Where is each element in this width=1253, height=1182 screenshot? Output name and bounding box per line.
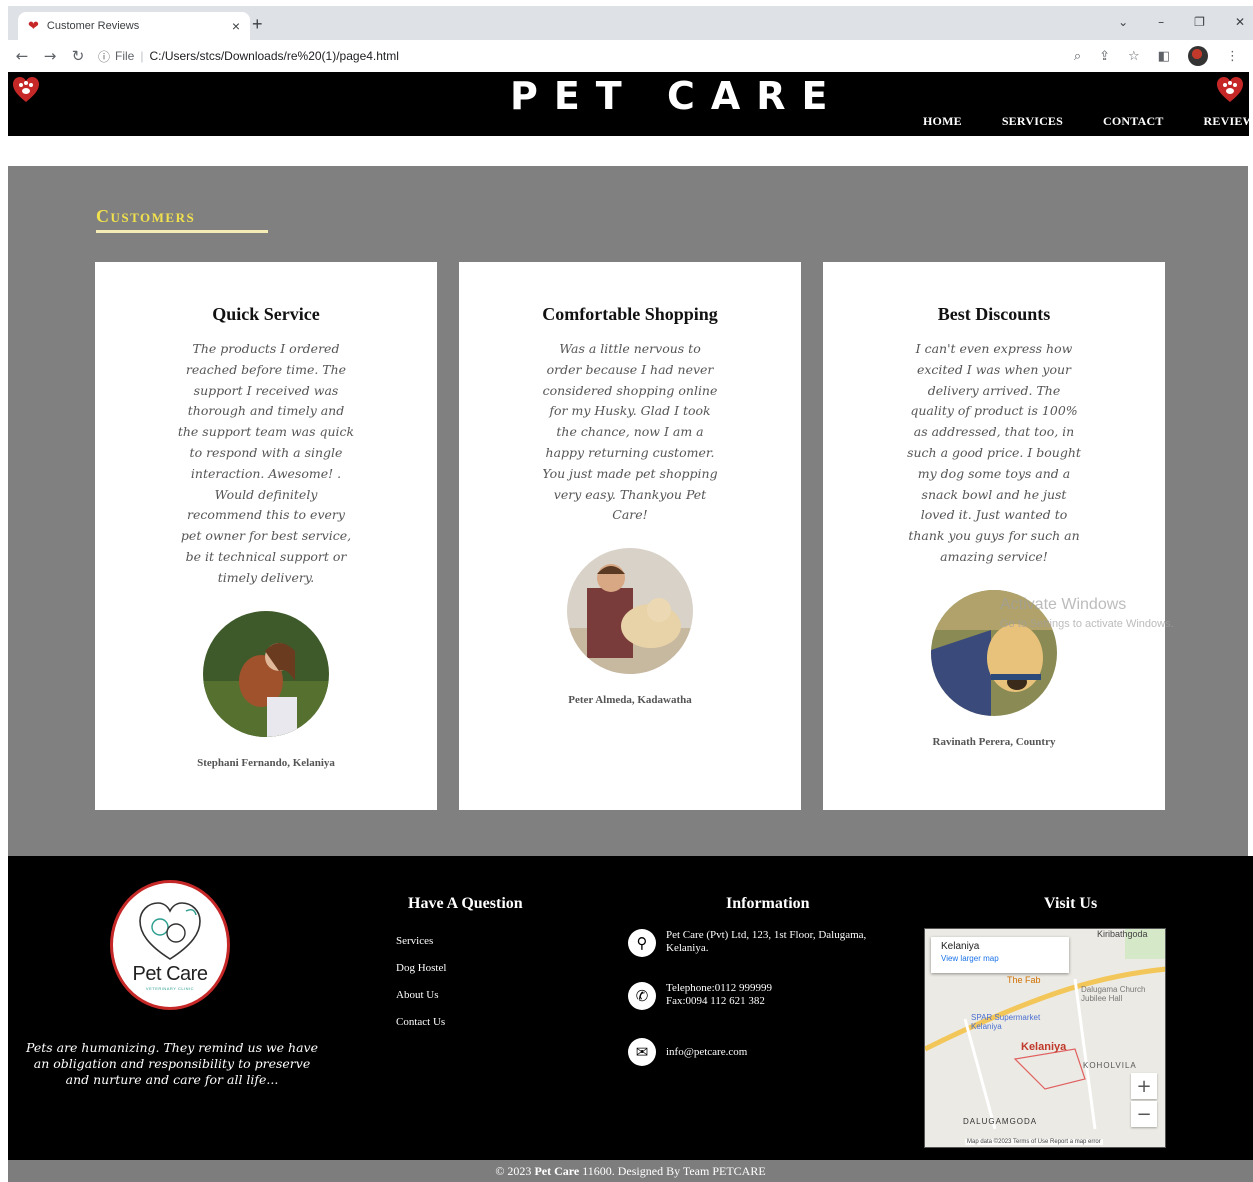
embedded-map[interactable]: Kelaniya View larger map Kiribathgoda Th… — [924, 928, 1166, 1148]
bookmark-star-icon[interactable]: ☆ — [1128, 49, 1140, 64]
telephone-text: Telephone:0112 999999 — [666, 982, 773, 994]
visit-title: Visit Us — [1044, 895, 1098, 912]
map-label: DALUGAMGODA — [963, 1117, 1038, 1126]
map-zoom-in-button[interactable]: + — [1131, 1073, 1157, 1099]
review-title: Comfortable Shopping — [542, 304, 718, 324]
review-author: Ravinath Perera, Country — [932, 735, 1056, 748]
back-icon[interactable]: ← — [8, 47, 36, 65]
footer-link-dog-hostel[interactable]: Dog Hostel — [396, 955, 446, 982]
footer-links: Services Dog Hostel About Us Contact Us — [396, 928, 446, 1036]
question-title: Have A Question — [408, 895, 523, 912]
copyright-brand: Pet Care — [534, 1164, 580, 1178]
pet-logo-icon — [139, 902, 201, 960]
review-text: Was a little nervous to order because I … — [542, 341, 718, 523]
review-author: Stephani Fernando, Kelaniya — [197, 756, 335, 769]
fax-text: Fax:0094 112 621 382 — [666, 995, 765, 1007]
site-header: PET CARE HOME SERVICES CONTACT REVIEWS — [8, 72, 1253, 136]
phone-icon: ✆ — [628, 982, 656, 1010]
envelope-icon: ✉ — [628, 1038, 656, 1066]
copyright-prefix: © 2023 — [495, 1164, 535, 1178]
tab-close-icon[interactable]: × — [232, 18, 240, 34]
copyright-bar: © 2023 Pet Care 11600. Designed By Team … — [8, 1160, 1253, 1182]
tab-title: Customer Reviews — [46, 20, 140, 32]
review-card: Quick Service The products I ordered rea… — [95, 262, 437, 810]
url-text[interactable]: C:/Users/stcs/Downloads/re%20(1)/page4.h… — [149, 49, 398, 63]
footer-link-about[interactable]: About Us — [396, 982, 446, 1009]
nav-services[interactable]: SERVICES — [1002, 114, 1063, 129]
browser-tab[interactable]: ❤ Customer Reviews × — [18, 12, 250, 40]
restore-icon[interactable]: ❐ — [1194, 15, 1205, 29]
nav-contact[interactable]: CONTACT — [1103, 114, 1164, 129]
address-text: Pet Care (Pvt) Ltd, 123, 1st Floor, Dalu… — [666, 929, 867, 954]
map-label: Kelaniya — [1021, 1041, 1067, 1053]
map-label: The Fab — [1007, 975, 1041, 985]
footer-quote: Pets are humanizing. They remind us we h… — [25, 1040, 319, 1087]
nav-reviews[interactable]: REVIEWS — [1204, 114, 1253, 129]
map-label: Kiribathgoda — [1097, 929, 1148, 939]
footer-logo[interactable]: Pet Care VETERINARY CLINIC — [110, 880, 230, 1010]
logo-subtitle: VETERINARY CLINIC — [145, 986, 195, 991]
url-scheme: File — [115, 49, 135, 63]
site-footer: Pet Care VETERINARY CLINIC Pets are huma… — [8, 856, 1253, 1160]
section-underline — [96, 230, 268, 233]
window-controls: ⌄ – ❐ ✕ — [1118, 15, 1245, 29]
share-icon[interactable]: ⇪ — [1099, 49, 1110, 64]
email-text[interactable]: info@petcare.com — [666, 1046, 747, 1059]
new-tab-button[interactable]: + — [252, 14, 263, 35]
email-row: ✉ info@petcare.com — [628, 1038, 747, 1066]
phone-row: ✆ Telephone:0112 999999 Fax:0094 112 621… — [628, 982, 772, 1010]
address-bar[interactable]: ⓘ File | C:/Users/stcs/Downloads/re%20(1… — [98, 48, 1074, 65]
review-card: Comfortable Shopping Was a little nervou… — [459, 262, 801, 810]
browser-toolbar: ← → ↻ ⓘ File | C:/Users/stcs/Downloads/r… — [8, 40, 1253, 72]
activate-windows-subtext: Go to Settings to activate Windows. — [1000, 618, 1174, 630]
information-title: Information — [726, 895, 810, 912]
logo-text: Pet Care — [132, 963, 208, 985]
paw-heart-icon — [1217, 77, 1243, 102]
site-brand[interactable]: PET CARE — [510, 74, 843, 118]
review-text: The products I ordered reached before ti… — [177, 341, 355, 585]
map-label: Dalugama Church Jubilee Hall — [1081, 985, 1146, 1003]
url-separator: | — [140, 49, 144, 63]
activate-windows-watermark: Activate Windows — [1000, 596, 1127, 613]
map-place-card: Kelaniya View larger map — [931, 937, 1069, 973]
review-card: Best Discounts I can't even express how … — [823, 262, 1165, 810]
menu-icon[interactable]: ⋮ — [1226, 49, 1239, 64]
map-label: KOHOLVILA — [1083, 1061, 1137, 1070]
toolbar-icons: ⌕ ⇪ ☆ ◧ ⋮ — [1074, 46, 1239, 66]
close-window-icon[interactable]: ✕ — [1235, 15, 1245, 29]
footer-link-contact[interactable]: Contact Us — [396, 1009, 446, 1036]
side-panel-icon[interactable]: ◧ — [1158, 49, 1170, 64]
review-title: Best Discounts — [937, 304, 1051, 324]
customer-photo — [567, 548, 693, 675]
copyright-suffix: 11600. Designed By Team PETCARE — [579, 1164, 766, 1178]
review-title: Quick Service — [212, 304, 320, 324]
browser-tabstrip: ❤ Customer Reviews × + ⌄ – ❐ ✕ — [8, 6, 1253, 40]
map-zoom-out-button[interactable]: − — [1131, 1101, 1157, 1127]
review-author: Peter Almeda, Kadawatha — [568, 694, 692, 707]
tab-search-icon[interactable]: ⌄ — [1118, 15, 1128, 29]
main-nav: HOME SERVICES CONTACT REVIEWS — [923, 114, 1253, 129]
review-text: I can't even express how excited I was w… — [907, 341, 1081, 564]
location-pin-icon: ⚲ — [628, 929, 656, 957]
map-place-name: Kelaniya — [941, 941, 980, 952]
map-attribution: Map data ©2023 Terms of Use Report a map… — [965, 1139, 1103, 1145]
minimize-icon[interactable]: – — [1158, 15, 1164, 29]
forward-icon[interactable]: → — [36, 47, 64, 65]
map-label: SPAR Supermarket Kelaniya — [971, 1013, 1041, 1031]
customers-section: Customers Quick Service The products I o… — [8, 166, 1248, 856]
map-larger-link[interactable]: View larger map — [941, 954, 1059, 963]
customer-photo — [203, 610, 329, 737]
site-info-icon[interactable]: ⓘ — [98, 48, 110, 65]
profile-avatar[interactable] — [1188, 46, 1208, 66]
phone-text: Telephone:0112 999999 Fax:0094 112 621 3… — [666, 982, 772, 1008]
zoom-icon[interactable]: ⌕ — [1074, 49, 1081, 64]
nav-home[interactable]: HOME — [923, 114, 962, 129]
address-row: ⚲ Pet Care (Pvt) Ltd, 123, 1st Floor, Da… — [628, 929, 906, 957]
paw-heart-icon — [13, 77, 39, 102]
section-title: Customers — [96, 206, 196, 226]
reload-icon[interactable]: ↻ — [64, 47, 92, 65]
footer-link-services[interactable]: Services — [396, 928, 446, 955]
heart-favicon-icon: ❤ — [28, 18, 39, 33]
